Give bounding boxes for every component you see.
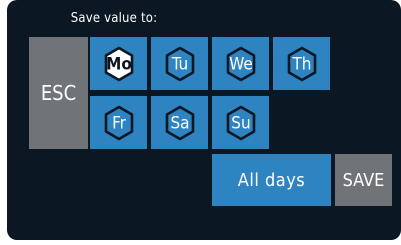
day-button-sunday[interactable]: Su [212,96,269,149]
day-label: Mo [106,54,132,74]
day-label: Th [291,54,311,74]
esc-button[interactable]: ESC [29,37,88,149]
hexagon-icon: Sa [165,105,194,140]
hexagon-icon: Su [226,105,255,140]
hexagon-icon: Mo [104,46,133,81]
day-label: Fr [112,113,127,133]
day-button-monday[interactable]: Mo [90,37,147,90]
hexagon-icon: Tu [165,46,194,81]
hexagon-icon: We [226,46,255,81]
day-button-tuesday[interactable]: Tu [151,37,208,90]
dialog-title: Save value to: [70,11,158,26]
day-label: Sa [170,113,189,133]
all-days-button[interactable]: All days [212,154,331,206]
save-button[interactable]: SAVE [335,154,392,206]
day-button-wednesday[interactable]: We [212,37,269,90]
day-button-friday[interactable]: Fr [90,96,147,149]
day-button-thursday[interactable]: Th [273,37,330,90]
save-day-dialog: Save value to: ESC Mo Tu We Th Fr Sa Su … [7,0,401,240]
day-label: Su [231,113,250,133]
hexagon-icon: Th [287,46,316,81]
hexagon-icon: Fr [104,105,133,140]
day-label: We [229,54,253,74]
day-label: Tu [170,54,187,74]
day-button-saturday[interactable]: Sa [151,96,208,149]
